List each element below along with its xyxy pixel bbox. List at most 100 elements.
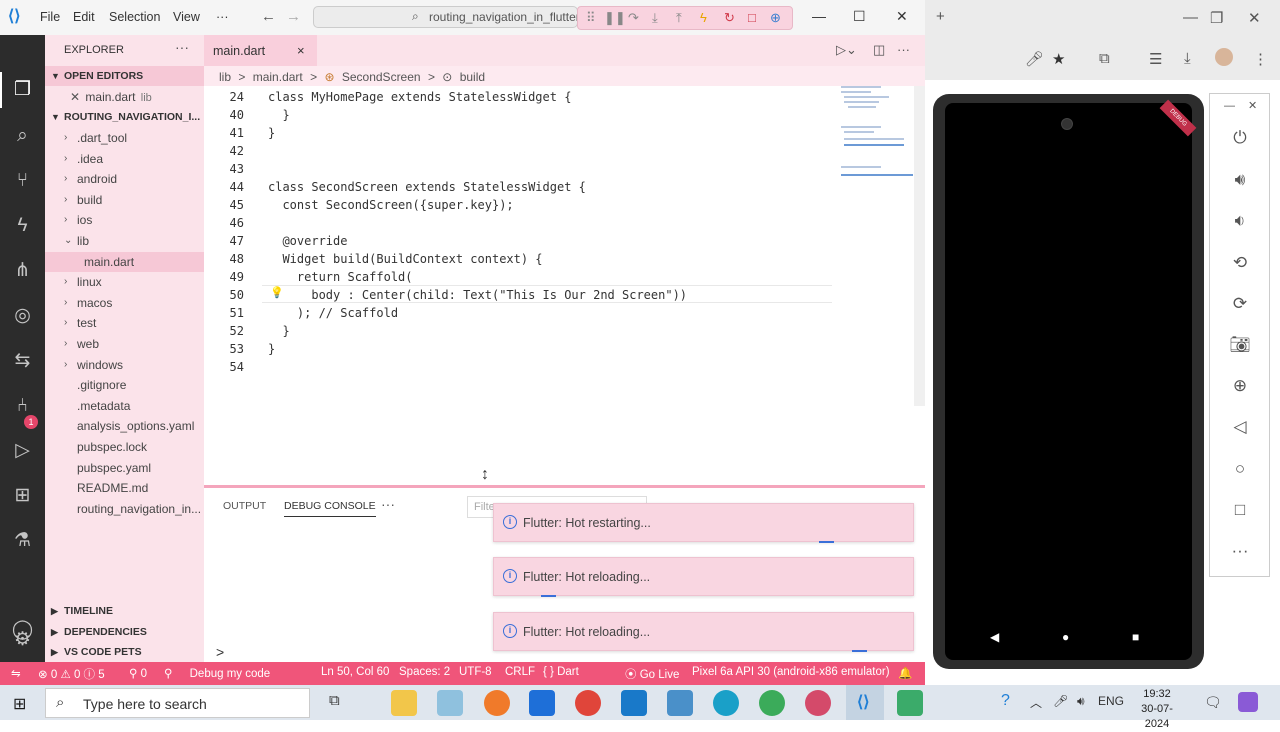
extensions-icon[interactable]: ⊞ [10,483,35,508]
notifications-icon[interactable]: 🗨︎ [1204,694,1222,711]
rotate-left-icon[interactable]: ⟲ [1228,251,1252,275]
code-line[interactable]: 49 return Scaffold( [204,268,844,286]
minimize-icon[interactable]: — [812,8,826,24]
remote-icon[interactable]: ◎ [10,303,35,328]
code-line[interactable]: 43 [204,160,844,178]
breadcrumb-class[interactable]: SecondScreen [342,70,421,84]
cursor-position[interactable]: Ln 50, Col 60 [321,666,389,678]
tree-folder[interactable]: › android [45,169,204,189]
code-line[interactable]: 44 class SecondScreen extends StatelessWi… [204,178,844,196]
tree-folder[interactable]: › windows [45,355,204,375]
source-control-icon[interactable]: ⋔ [10,258,35,283]
zoom-icon[interactable]: ⊕ [1228,374,1252,398]
volume-up-icon[interactable]: 🔊︎ [1228,168,1252,192]
panel-more-button[interactable]: ··· [381,496,395,512]
remote-status-icon[interactable]: ⇋ [11,666,21,680]
extensions-icon[interactable]: ⧉ [1099,50,1110,67]
code-line[interactable]: 50 body : Center(child: Text("This Is Ou… [204,286,844,304]
tab-main-dart[interactable]: main.dart × [204,35,317,66]
chrome-profile-icon[interactable] [759,690,785,716]
tree-folder[interactable]: › macos [45,293,204,313]
tree-file[interactable]: routing_navigation_in... [45,499,204,519]
menu-edit[interactable]: Edit [73,10,95,24]
tree-folder[interactable]: › build [45,190,204,210]
run-icon[interactable]: ▷⌄ [836,42,857,58]
phone-screen[interactable] [945,103,1192,660]
task-view-icon[interactable]: ⧉ [329,692,340,709]
android-home-icon[interactable]: ● [1062,630,1069,644]
close-icon[interactable]: ✕ [70,90,80,104]
open-editors-header[interactable]: ▼ OPEN EDITORS [45,66,204,86]
tree-file[interactable]: analysis_options.yaml [45,416,204,436]
testing-icon[interactable]: ⚗ [10,528,35,553]
close-icon[interactable]: ✕ [1248,9,1261,27]
power-icon[interactable]: ⏻ [1228,126,1252,150]
menu-selection[interactable]: Selection [109,10,160,24]
pause-icon[interactable]: ❚❚ [604,10,626,26]
camera-screenshot-icon[interactable]: 📷︎ [1228,333,1252,357]
forward-arrow-icon[interactable]: → [286,8,301,25]
tree-folder[interactable]: › .dart_tool [45,128,204,148]
restore-icon[interactable]: ❐ [1210,9,1223,27]
help-icon[interactable]: ? [1001,692,1010,710]
tab-debug-console[interactable]: DEBUG CONSOLE [284,500,376,517]
step-out-icon[interactable]: ⤒ [676,10,682,26]
notification-toast[interactable]: i Flutter: Hot restarting... [493,503,914,543]
breadcrumb-method[interactable]: build [460,70,485,84]
command-center[interactable]: ⌕ routing_navigation_in_flutter [313,6,580,28]
tree-folder[interactable]: › .idea [45,149,204,169]
tree-folder[interactable]: › test [45,313,204,333]
edge-icon[interactable] [713,690,739,716]
emulator-close-icon[interactable]: ✕ [1248,99,1257,112]
explorer-icon[interactable]: ❐ [10,77,35,102]
avatar[interactable] [1215,48,1233,66]
inspect-icon[interactable]: ⊕ [770,10,781,26]
timeline-header[interactable]: ▶ TIMELINE [45,601,204,621]
dependencies-header[interactable]: ▶ DEPENDENCIES [45,622,204,642]
tree-file[interactable]: README.md [45,478,204,498]
settings-gear-icon[interactable]: ⚙ [10,627,35,652]
indentation-status[interactable]: Spaces: 2 [399,666,450,678]
device-status[interactable]: Pixel 6a API 30 (android-x86 emulator) [692,666,890,678]
code-line[interactable]: 47 @override [204,232,844,250]
share-icon[interactable]: ⇆ [10,348,35,373]
mysql-icon[interactable] [667,690,693,716]
tree-file[interactable]: .gitignore [45,375,204,395]
new-tab-icon[interactable]: + [936,8,945,25]
volume-down-icon[interactable]: 🔉︎ [1228,209,1252,233]
search-icon[interactable]: ⌕ [10,123,35,148]
split-editor-icon[interactable]: ◫ [873,42,885,58]
code-line[interactable]: 40 } [204,106,844,124]
code-line[interactable]: 41} [204,124,844,142]
taskbar-search[interactable]: ⌕ Type here to search [45,688,310,718]
emulator-taskbar-icon[interactable] [897,690,923,716]
chrome-icon[interactable] [575,690,601,716]
emulator-minimize-icon[interactable]: — [1224,100,1235,112]
code-line[interactable]: 52 } [204,322,844,340]
breadcrumb-file[interactable]: main.dart [253,70,303,84]
code-pets-header[interactable]: ▶ VS CODE PETS [45,642,204,662]
file-explorer-icon[interactable] [391,690,417,716]
menu-view[interactable]: View [173,10,200,24]
more-actions-icon[interactable]: ··· [897,42,910,57]
open-editor-item[interactable]: ✕ main.dart lib [45,87,204,107]
chrome-dev-icon[interactable] [805,690,831,716]
notification-toast[interactable]: i Flutter: Hot reloading... [493,557,914,597]
microphone-icon[interactable]: 🎤︎ [1053,694,1068,708]
bookmark-star-icon[interactable]: ★ [1052,50,1065,68]
tree-file[interactable]: pubspec.yaml [45,458,204,478]
menu-file[interactable]: File [40,10,60,24]
windows-start-icon[interactable]: ⊞ [13,694,31,713]
app-tray-icon[interactable] [1238,692,1258,712]
notification-toast[interactable]: i Flutter: Hot reloading... [493,612,914,652]
dropbox-icon[interactable] [529,690,555,716]
tree-file[interactable]: pubspec.lock [45,437,204,457]
step-over-icon[interactable]: ↷ [628,10,639,26]
ports-status[interactable]: ⚲ 0 [129,666,147,680]
run-debug-icon[interactable]: ▷ [10,438,35,463]
notifications-bell-icon[interactable]: 🔔 [898,666,912,680]
breadcrumb-lib[interactable]: lib [219,70,231,84]
tree-folder[interactable]: › linux [45,272,204,292]
mail-icon[interactable] [621,690,647,716]
back-arrow-icon[interactable]: ← [261,8,276,25]
